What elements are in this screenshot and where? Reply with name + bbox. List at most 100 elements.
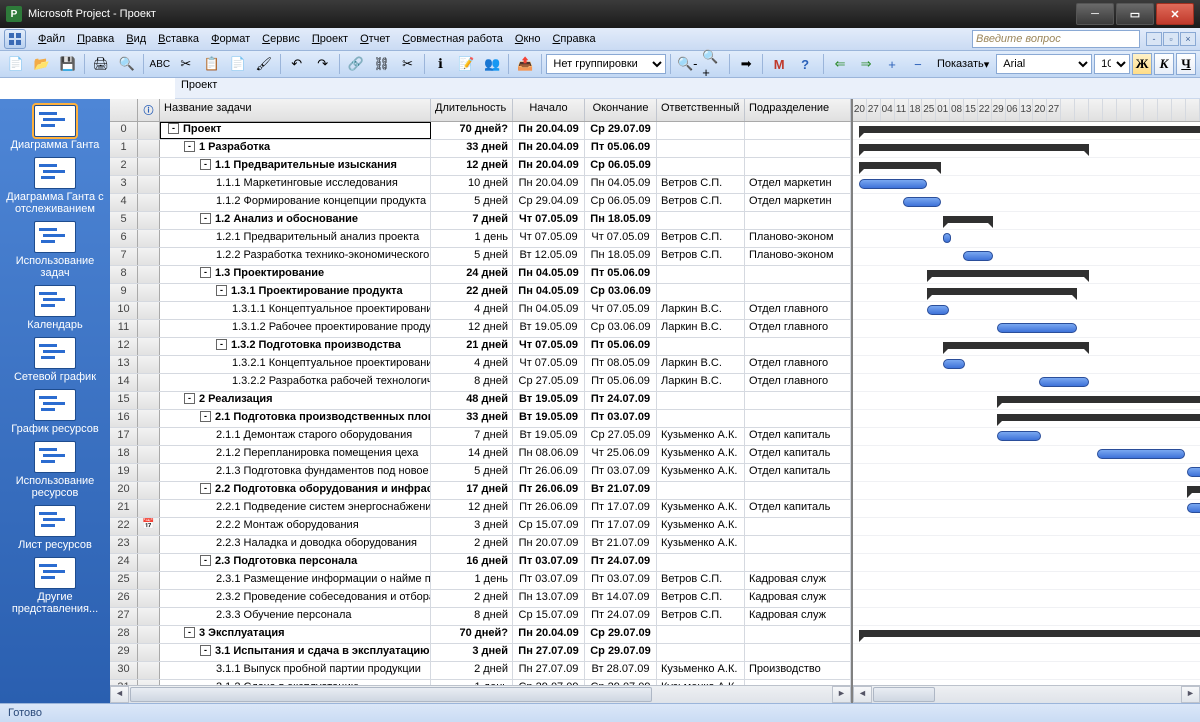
table-row[interactable]: 71.2.2 Разработка технико-экономического… — [110, 248, 851, 266]
view-calendar[interactable]: Календарь — [5, 285, 105, 331]
publish-button[interactable]: 📤 — [513, 52, 537, 76]
view-resource-usage[interactable]: Использование ресурсов — [5, 441, 105, 499]
summary-bar[interactable] — [859, 630, 1200, 637]
table-row[interactable]: 12-1.3.2 Подготовка производства21 днейЧ… — [110, 338, 851, 356]
table-h-scrollbar[interactable]: ◄► — [110, 685, 851, 703]
table-row[interactable]: 2-1.1 Предварительные изыскания12 днейПн… — [110, 158, 851, 176]
table-row[interactable]: 24-2.3 Подготовка персонала16 днейПт 03.… — [110, 554, 851, 572]
table-row[interactable]: 131.3.2.1 Концептуальное проектирование … — [110, 356, 851, 374]
copy-button[interactable]: 📋 — [200, 52, 224, 76]
print-button[interactable]: 🖨 — [89, 52, 113, 76]
table-row[interactable]: 8-1.3 Проектирование24 днейПн 04.05.09Пт… — [110, 266, 851, 284]
format-painter-button[interactable]: 🖌 — [252, 52, 276, 76]
task-bar[interactable] — [1039, 377, 1089, 387]
summary-bar[interactable] — [859, 126, 1200, 133]
cut-button[interactable]: ✂ — [174, 52, 198, 76]
gantt-h-scrollbar[interactable]: ◄► — [853, 685, 1200, 703]
view-gantt[interactable]: Диаграмма Ганта — [5, 105, 105, 151]
finish-column[interactable]: Окончание — [585, 99, 657, 121]
menu-справка[interactable]: Справка — [546, 31, 601, 47]
task-bar[interactable] — [997, 431, 1041, 441]
ms-project-icon[interactable]: M — [767, 52, 791, 76]
note-button[interactable]: 📝 — [455, 52, 479, 76]
table-row[interactable]: 182.1.2 Перепланировка помещения цеха14 … — [110, 446, 851, 464]
zoom-out-button[interactable]: 🔍- — [675, 52, 699, 76]
goto-task-button[interactable]: ➡ — [734, 52, 758, 76]
department-column[interactable]: Подразделение — [745, 99, 851, 121]
summary-bar[interactable] — [927, 270, 1089, 277]
responsible-column[interactable]: Ответственный — [657, 99, 745, 121]
menu-отчет[interactable]: Отчет — [354, 31, 396, 47]
assign-button[interactable]: 👥 — [480, 52, 504, 76]
menu-сервис[interactable]: Сервис — [256, 31, 306, 47]
indent-button[interactable]: ⇒ — [854, 52, 878, 76]
view-resource-graph[interactable]: График ресурсов — [5, 389, 105, 435]
gantt-chart[interactable]: 202704111825010815222906132027 ◄► — [853, 99, 1200, 703]
minimize-button[interactable]: ─ — [1076, 3, 1114, 25]
zoom-in-button[interactable]: 🔍+ — [701, 52, 725, 76]
view-network[interactable]: Сетевой график — [5, 337, 105, 383]
task-table[interactable]: ⓘ Название задачи Длительность Начало Ок… — [110, 99, 853, 703]
name-column[interactable]: Название задачи — [160, 99, 431, 121]
show-dropdown[interactable]: Показать ▾ — [932, 52, 994, 76]
unlink-button[interactable]: ⛓ — [370, 52, 394, 76]
help-button[interactable]: ? — [793, 52, 817, 76]
task-bar[interactable] — [1187, 503, 1200, 513]
table-row[interactable]: 262.3.2 Проведение собеседования и отбор… — [110, 590, 851, 608]
show-subtasks-button[interactable]: + — [880, 52, 904, 76]
split-button[interactable]: ✂ — [396, 52, 420, 76]
menu-окно[interactable]: Окно — [509, 31, 547, 47]
table-row[interactable]: 141.3.2.2 Разработка рабочей технологиче… — [110, 374, 851, 392]
group-by-select[interactable]: Нет группировки — [546, 54, 666, 74]
task-bar[interactable] — [963, 251, 993, 261]
font-size-select[interactable]: 10 — [1094, 54, 1130, 74]
table-row[interactable]: 31.1.1 Маркетинговые исследования10 дней… — [110, 176, 851, 194]
menu-совместная работа[interactable]: Совместная работа — [396, 31, 509, 47]
duration-column[interactable]: Длительность — [431, 99, 513, 121]
hide-subtasks-button[interactable]: − — [906, 52, 930, 76]
table-row[interactable]: 41.1.2 Формирование концепции продукта5 … — [110, 194, 851, 212]
menu-правка[interactable]: Правка — [71, 31, 120, 47]
menu-формат[interactable]: Формат — [205, 31, 256, 47]
font-select[interactable]: Arial — [996, 54, 1092, 74]
task-bar[interactable] — [943, 359, 965, 369]
view-gantt-track[interactable]: Диаграмма Ганта с отслеживанием — [5, 157, 105, 215]
table-row[interactable]: 212.2.1 Подведение систем энергоснабжени… — [110, 500, 851, 518]
task-bar[interactable] — [903, 197, 941, 207]
summary-bar[interactable] — [927, 288, 1077, 295]
start-column[interactable]: Начало — [513, 99, 585, 121]
table-row[interactable]: 22📅2.2.2 Монтаж оборудования3 днейСр 15.… — [110, 518, 851, 536]
menu-файл[interactable]: Файл — [32, 31, 71, 47]
mdi-minimize-button[interactable]: - — [1146, 32, 1162, 46]
table-row[interactable]: 303.1.1 Выпуск пробной партии продукции2… — [110, 662, 851, 680]
undo-button[interactable]: ↶ — [285, 52, 309, 76]
info-button[interactable]: ℹ — [429, 52, 453, 76]
summary-bar[interactable] — [1187, 486, 1200, 493]
summary-bar[interactable] — [997, 414, 1200, 421]
table-row[interactable]: 0-Проект70 дней?Пн 20.04.09Ср 29.07.09 — [110, 122, 851, 140]
task-bar[interactable] — [1097, 449, 1185, 459]
view-resource-sheet[interactable]: Лист ресурсов — [5, 505, 105, 551]
print-preview-button[interactable]: 🔍 — [115, 52, 139, 76]
paste-button[interactable]: 📄 — [226, 52, 250, 76]
office-button[interactable] — [4, 29, 26, 49]
menu-вид[interactable]: Вид — [120, 31, 152, 47]
summary-bar[interactable] — [943, 216, 993, 223]
task-bar[interactable] — [859, 179, 927, 189]
table-row[interactable]: 20-2.2 Подготовка оборудования и инфраст… — [110, 482, 851, 500]
info-column[interactable]: ⓘ — [138, 99, 160, 121]
new-button[interactable]: 📄 — [4, 52, 28, 76]
italic-button[interactable]: К — [1154, 53, 1174, 75]
table-row[interactable]: 192.1.3 Подготовка фундаментов под новое… — [110, 464, 851, 482]
summary-bar[interactable] — [859, 144, 1089, 151]
summary-bar[interactable] — [997, 396, 1200, 403]
table-row[interactable]: 29-3.1 Испытания и сдача в эксплуатацию3… — [110, 644, 851, 662]
link-button[interactable]: 🔗 — [344, 52, 368, 76]
task-bar[interactable] — [927, 305, 949, 315]
view-other-views[interactable]: Другие представления... — [5, 557, 105, 615]
table-row[interactable]: 5-1.2 Анализ и обоснование7 днейЧт 07.05… — [110, 212, 851, 230]
mdi-restore-button[interactable]: ▫ — [1163, 32, 1179, 46]
table-row[interactable]: 61.2.1 Предварительный анализ проекта1 д… — [110, 230, 851, 248]
summary-bar[interactable] — [943, 342, 1089, 349]
underline-button[interactable]: Ч — [1176, 53, 1196, 75]
